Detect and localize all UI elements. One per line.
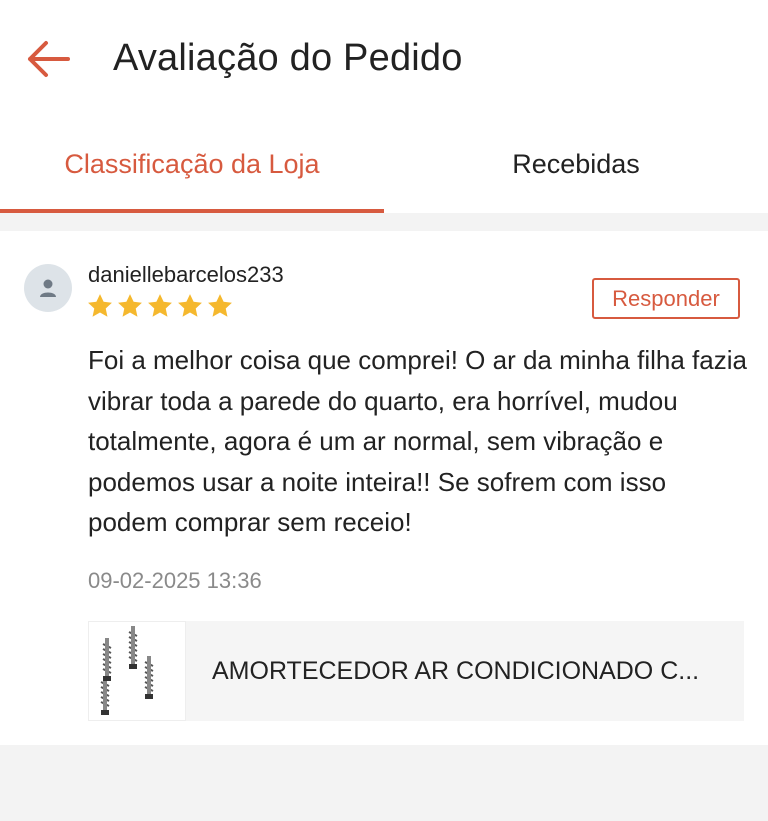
product-link[interactable]: AMORTECEDOR AR CONDICIONADO C... bbox=[88, 621, 744, 721]
shock-absorber-springs-image bbox=[100, 626, 154, 715]
reply-button[interactable]: Responder bbox=[592, 278, 740, 319]
product-name: AMORTECEDOR AR CONDICIONADO C... bbox=[212, 656, 700, 685]
star-rating bbox=[86, 292, 234, 320]
review-timestamp: 09-02-2025 13:36 bbox=[88, 568, 262, 593]
user-icon bbox=[40, 279, 56, 297]
page-title: Avaliação do Pedido bbox=[113, 37, 463, 79]
app-header: Avaliação do Pedido bbox=[0, 0, 768, 115]
review-comment: Foi a melhor coisa que comprei! O ar da … bbox=[88, 345, 747, 537]
star-icon bbox=[208, 294, 232, 317]
back-button[interactable] bbox=[22, 36, 74, 82]
product-thumbnail bbox=[88, 621, 186, 721]
arrow-left-icon bbox=[28, 41, 70, 77]
star-icon bbox=[178, 294, 202, 317]
star-icon bbox=[88, 294, 112, 317]
review-username: daniellebarcelos233 bbox=[88, 262, 284, 287]
review-card: daniellebarcelos233 Responder Foi a melh… bbox=[0, 231, 768, 745]
tab-bar: Classificação da Loja Recebidas bbox=[0, 115, 768, 213]
star-icon bbox=[118, 294, 142, 317]
avatar[interactable] bbox=[24, 264, 72, 312]
tab-recebidas[interactable]: Recebidas bbox=[384, 115, 768, 213]
tab-classificacao-da-loja[interactable]: Classificação da Loja bbox=[0, 115, 384, 213]
star-icon bbox=[148, 294, 172, 317]
